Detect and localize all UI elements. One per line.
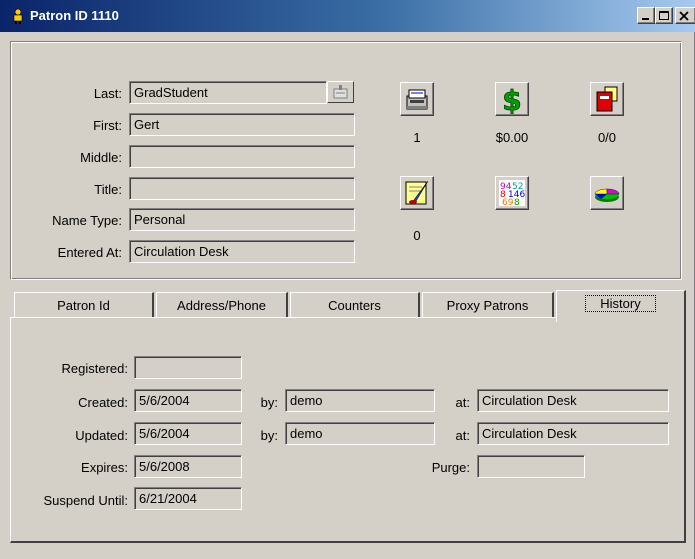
fines-button[interactable]: $ xyxy=(495,82,529,116)
updated-at-field[interactable]: Circulation Desk xyxy=(477,422,669,445)
name-type-field[interactable]: Personal xyxy=(129,208,355,231)
patron-icon xyxy=(10,8,26,24)
window-title: Patron ID 1110 xyxy=(30,8,119,23)
middle-label: Middle: xyxy=(80,150,122,165)
title-label: Title: xyxy=(94,182,122,197)
suspend-until-field[interactable]: 6/21/2004 xyxy=(134,487,242,510)
tab-address-phone-label: Address/Phone xyxy=(177,298,266,313)
created-date-field[interactable]: 5/6/2004 xyxy=(134,389,242,412)
lookup-button[interactable] xyxy=(327,81,354,103)
tab-history[interactable]: History xyxy=(556,290,686,322)
suspend-until-label: Suspend Until: xyxy=(43,493,128,508)
holds-count: 0/0 xyxy=(597,130,617,145)
tab-history-label: History xyxy=(585,295,656,312)
patron-window: Patron ID 1110 Last: GradStudent First: … xyxy=(0,0,695,559)
card-file-icon xyxy=(406,89,428,110)
purge-label: Purge: xyxy=(431,460,470,475)
tab-counters[interactable]: Counters xyxy=(290,292,420,318)
tab-address-phone[interactable]: Address/Phone xyxy=(156,292,288,318)
statistics-button[interactable]: 94 52 8 146 69 8 xyxy=(495,176,529,210)
first-name-field[interactable]: Gert xyxy=(129,113,355,136)
holds-button[interactable] xyxy=(590,82,624,116)
created-by-label: by: xyxy=(260,395,278,410)
svg-text:8: 8 xyxy=(514,198,520,208)
tab-proxy-patrons[interactable]: Proxy Patrons xyxy=(422,292,554,318)
title-field[interactable] xyxy=(129,177,355,200)
items-out-button[interactable] xyxy=(400,82,434,116)
tab-counters-label: Counters xyxy=(328,298,381,313)
items-out-count: 1 xyxy=(413,130,421,145)
updated-label: Updated: xyxy=(75,428,128,443)
updated-by-field[interactable]: demo xyxy=(285,422,435,445)
last-label: Last: xyxy=(93,86,122,101)
updated-at-label: at: xyxy=(455,428,470,443)
entered-at-field[interactable]: Circulation Desk xyxy=(129,240,355,263)
svg-text:69: 69 xyxy=(502,198,514,208)
created-at-label: at: xyxy=(455,395,470,410)
red-book-icon xyxy=(596,86,618,112)
name-type-label: Name Type: xyxy=(52,213,122,228)
pie-chart-icon xyxy=(594,188,620,202)
expires-field[interactable]: 5/6/2008 xyxy=(134,455,242,478)
entered-at-label: Entered At: xyxy=(57,245,122,260)
tab-patron-id[interactable]: Patron Id xyxy=(14,292,154,318)
minimize-button[interactable] xyxy=(637,7,655,24)
expires-label: Expires: xyxy=(81,460,128,475)
middle-name-field[interactable] xyxy=(129,145,355,168)
tab-patron-id-label: Patron Id xyxy=(57,298,110,313)
numbers-grid-icon: 94 52 8 146 69 8 xyxy=(499,180,525,208)
reports-button[interactable] xyxy=(590,176,624,210)
fines-amount: $0.00 xyxy=(495,130,529,145)
notes-count: 0 xyxy=(413,228,421,243)
title-bar[interactable]: Patron ID 1110 xyxy=(0,0,695,32)
created-label: Created: xyxy=(78,395,128,410)
created-by-field[interactable]: demo xyxy=(285,389,435,412)
svg-text:$: $ xyxy=(502,84,521,114)
lookup-icon xyxy=(333,85,348,99)
updated-by-label: by: xyxy=(260,428,278,443)
close-button[interactable] xyxy=(675,7,695,24)
created-at-field[interactable]: Circulation Desk xyxy=(477,389,669,412)
first-label: First: xyxy=(93,118,122,133)
registered-label: Registered: xyxy=(61,361,128,376)
updated-date-field[interactable]: 5/6/2004 xyxy=(134,422,242,445)
note-quill-icon xyxy=(405,180,429,205)
last-name-field[interactable]: GradStudent xyxy=(129,81,327,104)
dollar-sign-icon: $ xyxy=(502,84,522,114)
tab-proxy-patrons-label: Proxy Patrons xyxy=(446,298,529,313)
purge-field[interactable] xyxy=(477,455,585,478)
notes-button[interactable] xyxy=(400,176,434,210)
registered-field[interactable] xyxy=(134,356,242,379)
maximize-button[interactable] xyxy=(655,7,673,24)
